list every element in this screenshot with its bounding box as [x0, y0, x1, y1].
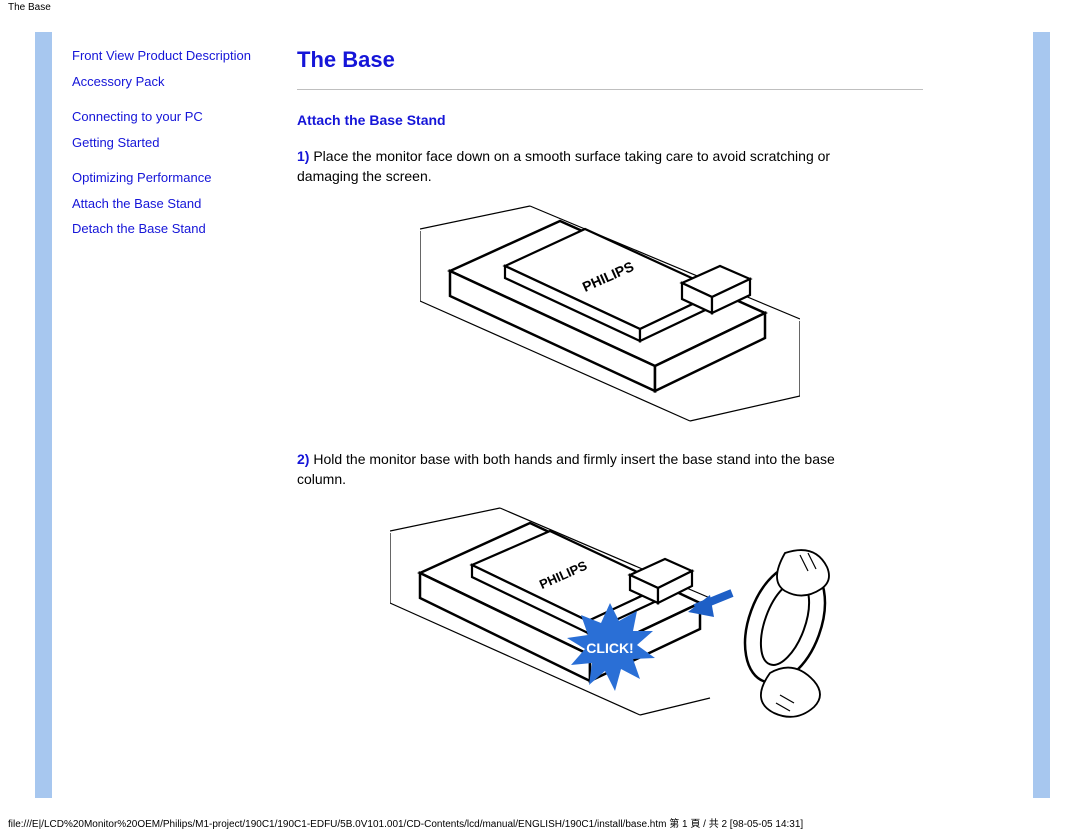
- figure-2: PHILIPS CLICK!: [390, 503, 830, 733]
- step-1: 1) Place the monitor face down on a smoo…: [297, 146, 877, 187]
- content-frame: Front View Product Description Accessory…: [35, 32, 1050, 798]
- step-1-number: 1): [297, 148, 309, 164]
- footer-file-path: file:///E|/LCD%20Monitor%20OEM/Philips/M…: [8, 815, 803, 830]
- sidebar-nav: Front View Product Description Accessory…: [72, 47, 262, 246]
- figure-2-wrap: PHILIPS CLICK!: [297, 503, 923, 736]
- step-2: 2) Hold the monitor base with both hands…: [297, 449, 877, 490]
- main-content: The Base Attach the Base Stand 1) Place …: [297, 47, 923, 756]
- monitor-facedown-illustration: PHILIPS: [420, 201, 800, 426]
- step-1-text: Place the monitor face down on a smooth …: [297, 148, 830, 184]
- nav-link-front-view[interactable]: Front View Product Description: [72, 47, 262, 65]
- nav-link-detach-base[interactable]: Detach the Base Stand: [72, 220, 262, 238]
- click-label: CLICK!: [586, 640, 633, 656]
- figure-1: PHILIPS: [420, 201, 800, 426]
- step-2-number: 2): [297, 451, 309, 467]
- nav-link-accessory-pack[interactable]: Accessory Pack: [72, 73, 262, 91]
- base-stand-with-hands: [730, 550, 830, 717]
- nav-link-attach-base[interactable]: Attach the Base Stand: [72, 195, 262, 213]
- divider: [297, 89, 923, 90]
- nav-link-getting-started[interactable]: Getting Started: [72, 134, 262, 152]
- step-2-text: Hold the monitor base with both hands an…: [297, 451, 835, 487]
- page-header-title: The Base: [8, 2, 51, 13]
- section-heading: Attach the Base Stand: [297, 112, 923, 128]
- figure-1-wrap: PHILIPS: [297, 201, 923, 429]
- nav-link-optimizing[interactable]: Optimizing Performance: [72, 169, 262, 187]
- page-title: The Base: [297, 47, 923, 73]
- nav-link-connecting-pc[interactable]: Connecting to your PC: [72, 108, 262, 126]
- click-badge: CLICK!: [565, 603, 655, 693]
